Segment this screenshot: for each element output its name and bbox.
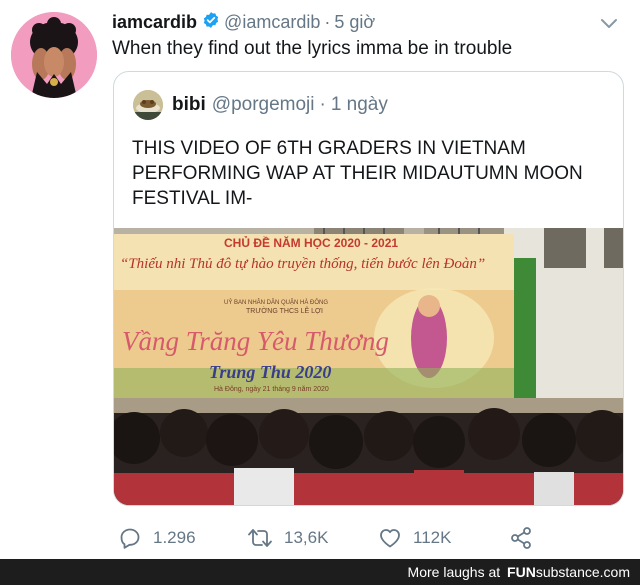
header-separator: · — [324, 12, 331, 32]
media-place-date: Hà Đông, ngày 21 tháng 9 năm 2020 — [214, 386, 329, 393]
media-org-line1: UỶ BAN NHÂN DÂN QUẬN HÀ ĐÔNG — [224, 300, 329, 306]
footer-brand: FUNsubstance.com — [507, 564, 630, 580]
like-button[interactable]: 112K — [378, 526, 451, 550]
quoted-tweet-timestamp[interactable]: 1 ngày — [331, 94, 388, 116]
retweet-count: 13,6K — [284, 528, 329, 547]
quoted-author-handle[interactable]: @porgemoji — [212, 94, 315, 116]
chevron-down-icon[interactable] — [598, 12, 620, 39]
author-avatar[interactable] — [11, 12, 97, 98]
footer-watermark[interactable]: More laughs at FUNsubstance.com — [408, 564, 630, 580]
heart-icon — [380, 529, 400, 548]
avatar-image — [11, 12, 97, 98]
tweet-text: When they find out the lyrics imma be in… — [112, 38, 513, 59]
share-icon — [511, 527, 531, 549]
quoted-tweet-header: bibi @porgemoji · 1 ngày — [172, 94, 388, 116]
media-festival-subtitle: Trung Thu 2020 — [209, 362, 332, 382]
reply-icon — [120, 528, 140, 549]
footer-brand-rest: substance.com — [535, 564, 630, 580]
quoted-author-name[interactable]: bibi — [172, 94, 206, 116]
retweet-icon — [248, 529, 272, 547]
quoted-tweet-card[interactable]: bibi @porgemoji · 1 ngày THIS VIDEO OF 6… — [113, 71, 624, 506]
quoted-header-separator: · — [319, 94, 326, 115]
like-count: 112K — [413, 528, 452, 547]
media-org-line2: TRƯỜNG THCS LÊ LỢI — [246, 308, 323, 315]
reply-count: 1.296 — [153, 528, 196, 547]
author-handle[interactable]: @iamcardib — [224, 12, 320, 33]
footer-text: More laughs at — [407, 564, 501, 580]
quoted-media-video[interactable]: CHỦ ĐỀ NĂM HỌC 2020 - 2021 “Thiếu nhi Th… — [114, 228, 623, 505]
media-banner-title: CHỦ ĐỀ NĂM HỌC 2020 - 2021 — [224, 236, 399, 250]
quoted-author-avatar[interactable] — [133, 90, 163, 120]
reply-button[interactable]: 1.296 — [118, 526, 196, 550]
footer-brand-fun: FUN — [507, 564, 536, 580]
share-button[interactable] — [509, 526, 544, 550]
tweet-header: iamcardib @iamcardib · 5 giờ — [112, 11, 375, 34]
footer-watermark-bar: More laughs at FUNsubstance.com — [0, 559, 640, 585]
verified-badge-icon — [202, 11, 220, 34]
tweet-timestamp[interactable]: 5 giờ — [334, 12, 375, 33]
media-festival-title: Vầng Trăng Yêu Thương — [122, 326, 389, 356]
retweet-button[interactable]: 13,6K — [247, 526, 328, 550]
author-name[interactable]: iamcardib — [112, 12, 197, 33]
media-banner-slogan: “Thiếu nhi Thủ đô tự hào truyền thống, t… — [120, 256, 486, 272]
quoted-tweet-text: THIS VIDEO OF 6TH GRADERS IN VIETNAM PER… — [132, 138, 583, 209]
tweet-action-bar: 1.296 13,6K 112K — [0, 526, 640, 552]
